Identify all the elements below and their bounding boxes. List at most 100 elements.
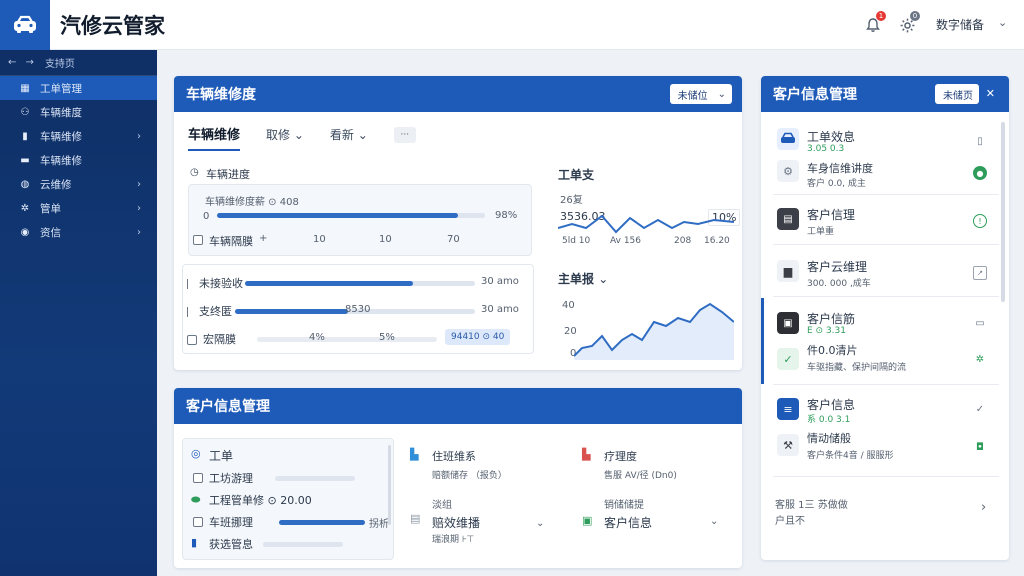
status-ok-icon: ⬬: [191, 493, 201, 506]
card-row2-val: 赔效维播: [432, 516, 481, 530]
alert-icon[interactable]: !: [973, 214, 987, 228]
list-row-pill[interactable]: 94410 ⊙ 40: [445, 329, 511, 345]
card-sub: 售服 AV/径 (Dn0): [604, 471, 677, 481]
tab-pickup[interactable]: 取修 ⌄: [266, 126, 304, 149]
customer-panel-header: 客户信息管理 未储页 ✕: [761, 76, 1009, 112]
card-sub: 赔额储存 （报负）: [432, 471, 507, 481]
globe-icon: ◍: [20, 178, 30, 190]
back-forward-arrows-icon[interactable]: ← →: [8, 57, 37, 68]
export-icon[interactable]: ↗: [973, 266, 987, 280]
chevron-down-icon[interactable]: ⌄: [718, 89, 726, 100]
mini-chart1-xtick: Av 156: [610, 236, 641, 246]
chevron-right-icon[interactable]: ›: [981, 500, 986, 515]
scrollbar[interactable]: [388, 445, 391, 525]
list-row-value: 30 amo: [481, 304, 519, 315]
vehicle-tabs: 车辆维修 取修 ⌄ 看新 ⌄ ···: [188, 124, 416, 151]
car-icon: [777, 128, 799, 150]
mini-chart2-ytick: 40: [562, 300, 575, 311]
people-icon: ⚇: [20, 106, 30, 118]
customer-info-panel: 客户信息管理 未储页 ✕ 工单效息 3.05 0.3 ⚙ 车身信维讲度 客户 0…: [761, 76, 1009, 560]
card-line2-sub: 客户条件4音 / 服服形: [807, 451, 894, 461]
chevron-down-icon: ⌄: [293, 128, 304, 142]
list-row-fill: [235, 309, 348, 314]
vehicle-panel-header: 车辆维修度 未储位 ⌄: [174, 76, 742, 112]
list-row-bar: [279, 520, 365, 525]
card-title: 客户信筋: [807, 312, 856, 326]
list-row-bar: [275, 476, 355, 481]
edit-icon[interactable]: ✓: [973, 402, 987, 416]
card-divider: [773, 476, 999, 477]
footer-title: 客服 1三 苏做做: [775, 500, 848, 511]
sidebar-item-cloud-repair[interactable]: ◍ 云维修 ›: [0, 172, 157, 196]
sidebar-item-orders[interactable]: ✲ 管单 ›: [0, 196, 157, 220]
app-title: 汽修云管家: [60, 14, 165, 38]
add-icon[interactable]: +: [259, 233, 267, 244]
card-title: 客户信息: [807, 398, 856, 412]
close-icon[interactable]: ✕: [986, 87, 995, 100]
settings-gear-icon[interactable]: 0: [896, 11, 920, 36]
chevron-right-icon: ›: [137, 226, 141, 238]
card-row2-title: 销储储提: [604, 500, 644, 511]
progress-row1-start: 0: [203, 211, 210, 222]
list-row-v1: 4%: [309, 332, 325, 343]
location-pin-icon[interactable]: ●: [973, 166, 987, 180]
chevron-down-icon[interactable]: ⌄: [710, 516, 718, 527]
card-divider: [773, 296, 999, 297]
service-icon: ▙: [410, 448, 419, 461]
row-checkbox[interactable]: [193, 473, 203, 483]
tab-vehicle-repair[interactable]: 车辆维修: [188, 124, 241, 151]
panel-title: 客户信息管理: [186, 399, 270, 415]
progress-row2-val: 70: [447, 234, 460, 245]
more-options-icon[interactable]: ···: [393, 126, 416, 143]
card-line2: 情动储般: [807, 432, 851, 445]
sidebar-item-vehicle-repair[interactable]: ▮ 车辆维修 ›: [0, 124, 157, 148]
scrollbar[interactable]: [1001, 122, 1005, 302]
sidebar-item-credit[interactable]: ◉ 资信 ›: [0, 220, 157, 244]
service-card: ▙ 住班维系 赔额储存 （报负） 淡组 ▤ 赔效维播 瑞浪期 ⊦⊤ ⌄: [398, 438, 558, 560]
notification-bell-icon[interactable]: 1: [862, 11, 886, 36]
chevron-down-icon[interactable]: ⌄: [998, 16, 1007, 29]
list-row-mid: 8530: [345, 304, 371, 315]
work-order-list: ◎ 工单 工坊游理 ⬬ 工程管单修 ⊙ 20.00 车班挪理 拐析 ▮ 获选管息: [182, 438, 394, 560]
sidebar-breadcrumb[interactable]: ← → 支持页: [0, 50, 157, 76]
chevron-down-icon: ⌄: [357, 128, 368, 142]
mini-chart2-title[interactable]: 主单报 ⌄: [558, 270, 608, 287]
panel-action-button[interactable]: 未储页: [935, 84, 979, 104]
sidebar-item-vehicle-repair-2[interactable]: ▬ 车辆维修: [0, 148, 157, 172]
repair-icon: ▙: [582, 448, 591, 461]
progress-row2-checkbox[interactable]: [193, 235, 203, 245]
list-row-checkbox[interactable]: [187, 335, 197, 345]
chevron-down-icon[interactable]: ⌄: [536, 518, 544, 529]
card-sub: 工单重: [807, 227, 835, 237]
sidebar-item-work-orders[interactable]: ▦ 工单管理: [0, 76, 157, 100]
list-row-label: 支终匿: [199, 305, 232, 318]
tab-view[interactable]: 看新 ⌄: [330, 126, 368, 149]
list-row-bar: [263, 542, 343, 547]
list-row-label: 宏隔膜: [203, 333, 236, 346]
list-row-label: 车班挪理: [209, 516, 253, 529]
card-line2-sub: 客户 0.0, 成主: [807, 179, 866, 189]
panel-action-button[interactable]: 未储位 ⌄: [669, 84, 732, 104]
notification-badge: 1: [876, 11, 886, 21]
settings-icon[interactable]: ✲: [973, 352, 987, 366]
card-divider: [773, 194, 999, 195]
row-checkbox[interactable]: [193, 517, 203, 527]
folder-icon[interactable]: ▭: [973, 316, 987, 330]
user-menu[interactable]: 数字储备: [936, 16, 984, 33]
progress-box: 车辆维修度薪 ⊙ 408 0 98% 车辆隔膜 + 10 10 70: [188, 184, 532, 256]
car-logo-icon[interactable]: [0, 0, 50, 50]
card-sub: 300. 000 ,成车: [807, 279, 871, 289]
active-card-marker: [761, 298, 764, 384]
card-sub: E ⊙ 3.31: [807, 326, 846, 336]
list-head: 工单: [209, 449, 234, 463]
sidebar-item-vehicle-dimension[interactable]: ⚇ 车辆维度: [0, 100, 157, 124]
document-icon[interactable]: ▯: [973, 134, 987, 148]
bottom-panel-header: 客户信息管理: [174, 388, 742, 424]
list-row-value: 拐析: [369, 519, 389, 530]
lock-icon[interactable]: ◘: [973, 440, 987, 454]
clipboard-icon: ▤: [410, 512, 421, 525]
card-row2-val: 客户信息: [604, 516, 653, 530]
folder-icon: ▬: [20, 154, 30, 166]
card-row2-title: 淡组: [432, 500, 452, 511]
bookmark-icon: ▮: [191, 536, 198, 549]
